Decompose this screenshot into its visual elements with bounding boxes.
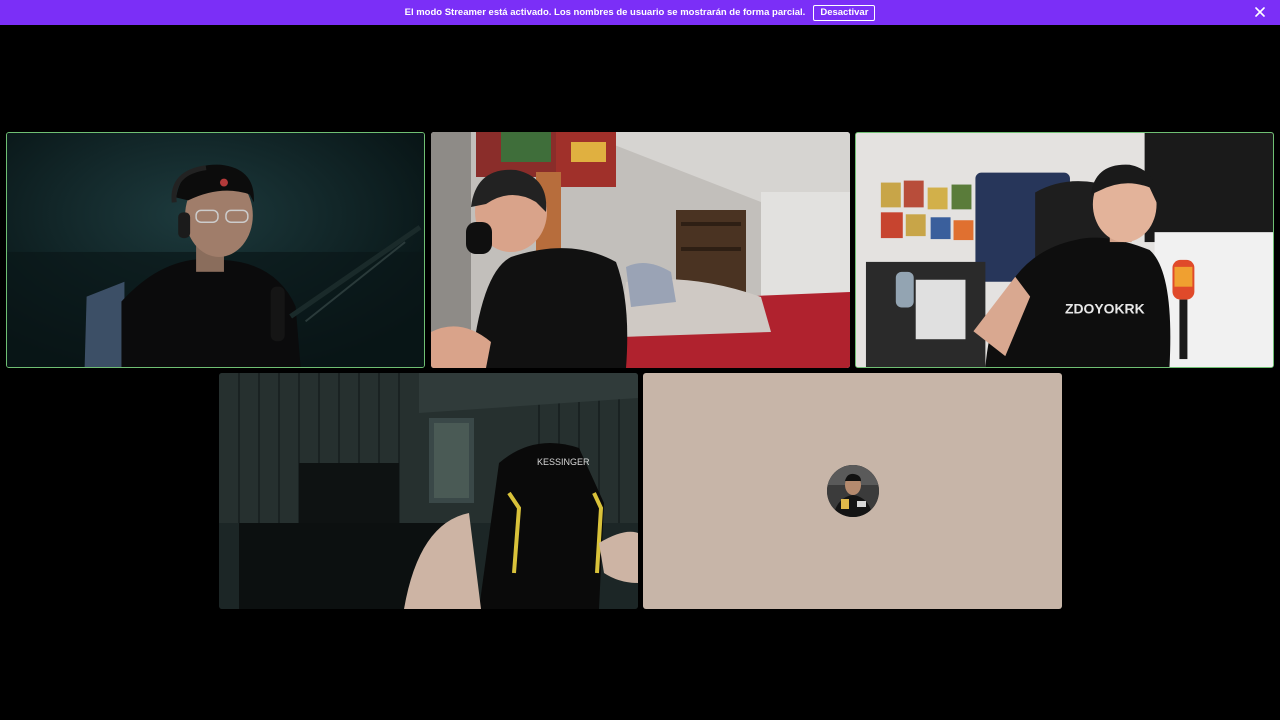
participant-video-feed: ZDOYOKRK (856, 133, 1273, 367)
participant-video-tile-4[interactable]: KESSINGER (219, 373, 638, 609)
participant-video-feed: KESSINGER (219, 373, 638, 609)
svg-text:KESSINGER: KESSINGER (537, 457, 590, 467)
svg-text:ZDOYOKRK: ZDOYOKRK (1065, 300, 1145, 316)
participant-video-feed (431, 132, 850, 368)
close-banner-button[interactable] (1252, 4, 1268, 20)
streamer-mode-banner: El modo Streamer está activado. Los nomb… (0, 0, 1280, 25)
close-icon (1255, 7, 1265, 17)
participant-video-feed (7, 133, 424, 367)
participant-video-tile-1[interactable] (6, 132, 425, 368)
participant-avatar-tile[interactable] (643, 373, 1062, 609)
participant-video-tile-2[interactable] (431, 132, 850, 368)
participant-video-tile-3[interactable]: ZDOYOKRK (855, 132, 1274, 368)
video-call-window: El modo Streamer está activado. Los nomb… (0, 0, 1280, 720)
deactivate-streamer-mode-button[interactable]: Desactivar (813, 4, 876, 21)
avatar-image (827, 465, 879, 517)
streamer-mode-message: El modo Streamer está activado. Los nomb… (404, 7, 806, 18)
user-avatar-icon (827, 465, 879, 517)
